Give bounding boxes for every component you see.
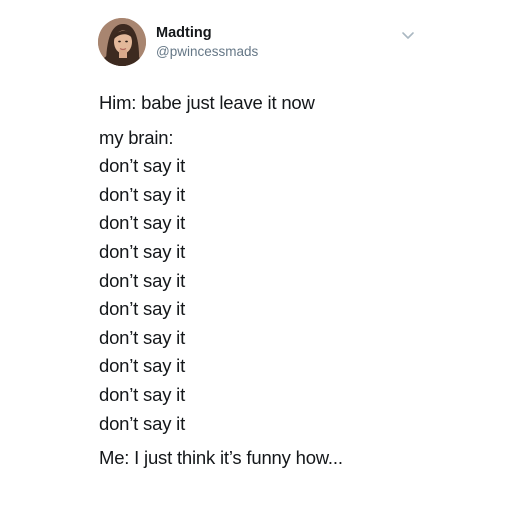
- tweet-line: Me: I just think it’s funny how...: [99, 447, 343, 469]
- repeat-line: don’t say it: [99, 298, 186, 320]
- author-avatar[interactable]: [98, 18, 146, 66]
- repeat-line: don’t say it: [99, 212, 186, 234]
- repeat-line: don’t say it: [99, 269, 186, 291]
- author-display-name[interactable]: Madting: [156, 25, 258, 42]
- tweet-card: Madting @pwincessmads Him: babe just lea…: [0, 0, 512, 512]
- author-info: Madting @pwincessmads: [156, 25, 258, 60]
- repeat-line: don’t say it: [99, 412, 186, 434]
- author-handle[interactable]: @pwincessmads: [156, 43, 258, 60]
- repeat-line: don’t say it: [99, 326, 186, 348]
- tweet-text: Him: babe just leave it now my brain: do…: [99, 89, 479, 473]
- tweet-paragraph: Him: babe just leave it now: [99, 89, 479, 118]
- profile-photo-icon: [98, 18, 146, 66]
- tweet-paragraph: Me: I just think it’s funny how...: [99, 444, 479, 473]
- tweet-line: my brain:: [99, 126, 174, 148]
- tweet-paragraph: my brain: don’t say it don’t say it don’…: [99, 124, 479, 439]
- tweet-line: Him: babe just leave it now: [99, 92, 315, 113]
- repeat-line: don’t say it: [99, 383, 186, 405]
- repeat-line: don’t say it: [99, 355, 186, 377]
- repeat-line: don’t say it: [99, 155, 186, 177]
- repeat-line: don’t say it: [99, 240, 186, 262]
- chevron-down-icon[interactable]: [401, 28, 415, 39]
- repeat-line: don’t say it: [99, 183, 186, 205]
